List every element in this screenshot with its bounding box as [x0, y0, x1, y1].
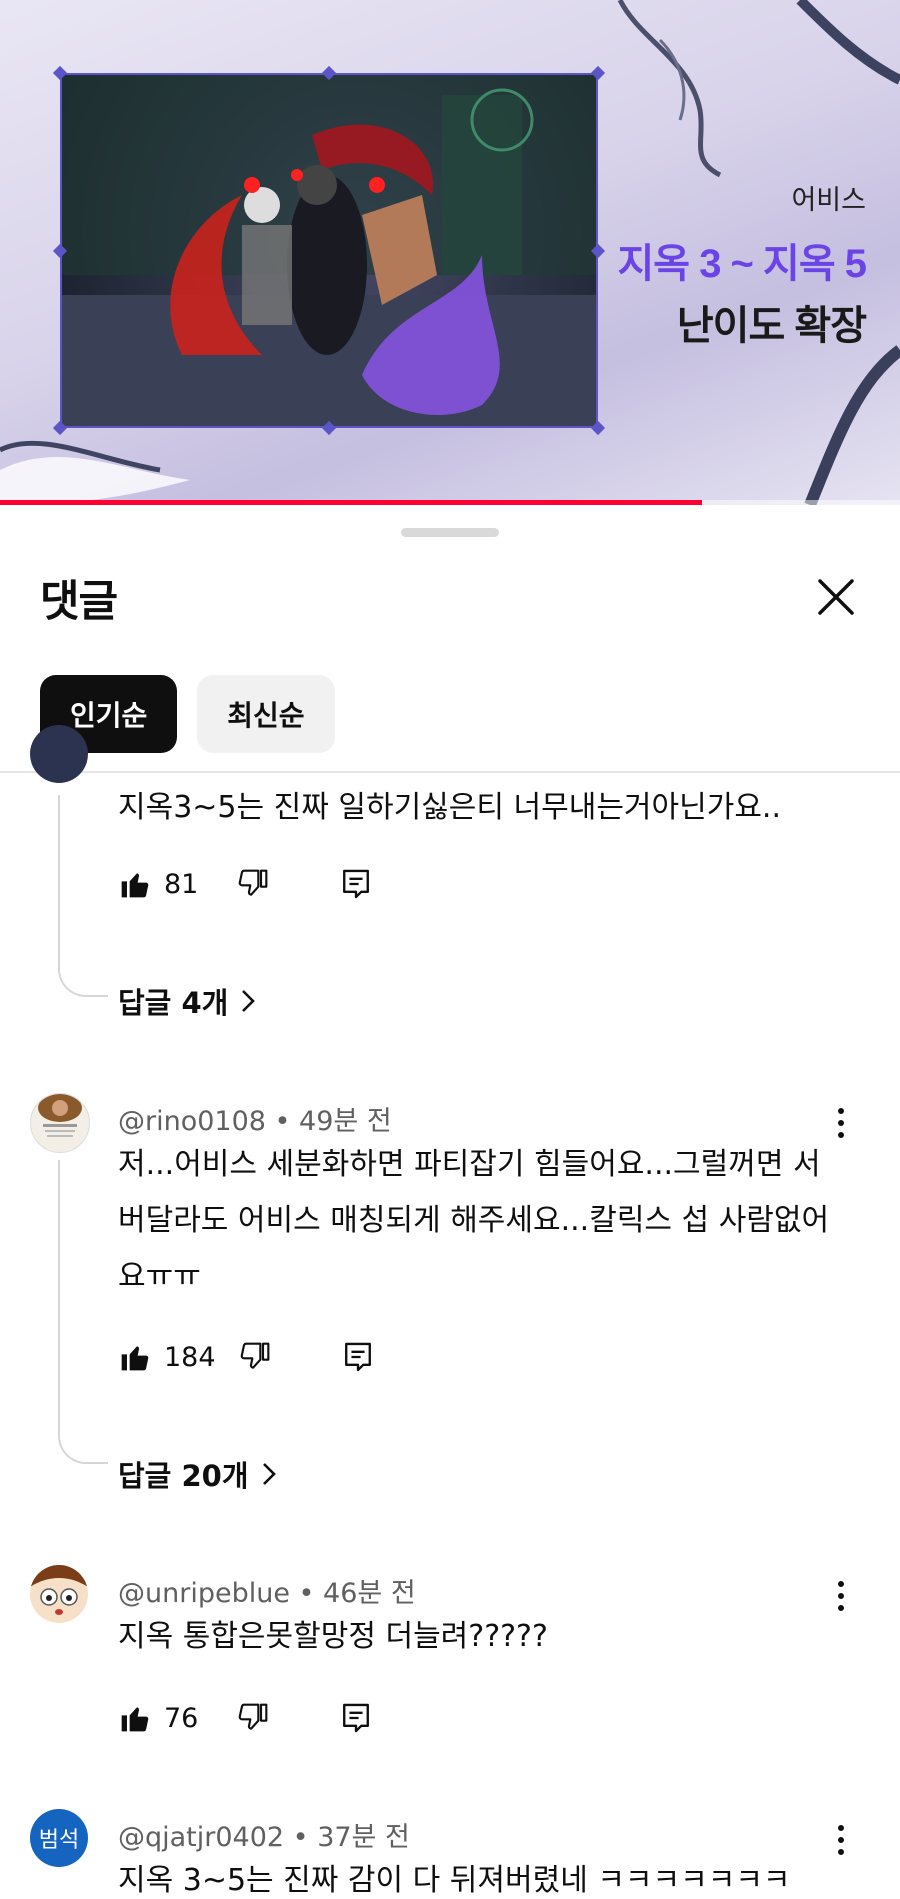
- thumbs-down-icon: [239, 869, 268, 896]
- video-title-line1: 지옥 3 ~ 지옥 5: [617, 242, 867, 286]
- comment-text: 지옥3~5는 진짜 일하기싫은티 너무내는거아닌가요..: [118, 790, 781, 825]
- comment-time: 37분 전: [317, 1822, 410, 1853]
- comments-sheet: 댓글 인기순 최신순 지옥3~5는 진짜 일하기싫은티 너무내는거아닌가요.. …: [0, 505, 900, 1899]
- sheet-drag-handle[interactable]: [401, 528, 499, 537]
- comment-meta: @rino0108 • 49분 전: [118, 1099, 392, 1138]
- avatar[interactable]: [30, 725, 88, 783]
- like-count: 76: [164, 1702, 199, 1734]
- meta-separator: •: [289, 1578, 324, 1609]
- like-count: 81: [164, 868, 199, 900]
- dislike-button[interactable]: [236, 1702, 270, 1734]
- avatar-image: [38, 1094, 82, 1137]
- reply-button[interactable]: [340, 867, 372, 901]
- meta-separator: •: [284, 1822, 318, 1853]
- comment-time: 49분 전: [299, 1106, 392, 1137]
- thumbs-down-icon: [240, 1342, 269, 1369]
- chevron-right-icon: [262, 1463, 276, 1485]
- comment-text: 지옥 통합은못할망정 더늘려?????: [118, 1619, 548, 1654]
- comment-text: 저...어비스 세분화하면 파티잡기 힘들어요...그럴꺼면 서버달라도 어비스…: [118, 1147, 830, 1294]
- comment-text: 지옥 3~5는 진짜 감이 다 뒤져버렸네 ㅋㅋㅋㅋㅋㅋㅋ: [118, 1863, 791, 1898]
- game-character-illustration: [62, 75, 596, 426]
- video-caption: 어비스 지옥 3 ~ 지옥 5 난이도 확장: [617, 178, 867, 351]
- sort-chip-newest[interactable]: 최신순: [197, 675, 335, 753]
- avatar-initials: 범석: [38, 1828, 80, 1853]
- meta-separator: •: [265, 1106, 300, 1137]
- reply-comment-icon: [343, 1703, 370, 1733]
- thumbs-up-icon: [121, 1346, 149, 1371]
- comment-author[interactable]: @unripeblue: [118, 1578, 290, 1609]
- thread-connector: [58, 795, 108, 997]
- reply-comment-icon: [344, 1342, 371, 1372]
- avatar[interactable]: [30, 1093, 90, 1153]
- thread-connector: [58, 1160, 108, 1464]
- like-button[interactable]: 184: [118, 1341, 216, 1373]
- replies-label: 답글 4개: [118, 986, 229, 1020]
- replies-label: 답글 20개: [118, 1459, 249, 1493]
- video-thumbnail-art: [60, 73, 598, 428]
- comment-author[interactable]: @qjatjr0402: [118, 1822, 284, 1853]
- close-icon: [818, 579, 854, 615]
- thumbs-up-icon: [121, 873, 149, 898]
- chevron-right-icon: [242, 990, 256, 1012]
- view-replies-button[interactable]: 답글 4개: [118, 980, 256, 1022]
- comment-meta: @qjatjr0402 • 37분 전: [118, 1815, 410, 1854]
- avatar[interactable]: [30, 1565, 88, 1623]
- comment-author[interactable]: @rino0108: [118, 1106, 266, 1137]
- sheet-title: 댓글: [40, 577, 118, 627]
- reply-button[interactable]: [342, 1340, 374, 1374]
- video-player[interactable]: 어비스 지옥 3 ~ 지옥 5 난이도 확장: [0, 0, 900, 505]
- sheet-divider: [0, 771, 900, 773]
- thumbs-up-icon: [121, 1707, 149, 1732]
- comment-time: 46분 전: [323, 1578, 416, 1609]
- thumbs-down-icon: [239, 1703, 268, 1730]
- dislike-button[interactable]: [238, 1341, 272, 1373]
- comment-meta: @unripeblue • 46분 전: [118, 1571, 416, 1610]
- comment-actions: 76: [118, 1701, 372, 1735]
- comment-actions: 184: [118, 1340, 374, 1374]
- view-replies-button[interactable]: 답글 20개: [118, 1453, 277, 1495]
- avatar[interactable]: 범석: [30, 1809, 88, 1867]
- dislike-button[interactable]: [236, 868, 270, 900]
- like-count: 184: [164, 1341, 216, 1373]
- like-button[interactable]: 81: [118, 868, 198, 900]
- reply-button[interactable]: [340, 1701, 372, 1735]
- reply-comment-icon: [343, 869, 370, 899]
- comment-actions: 81: [118, 867, 372, 901]
- video-category: 어비스: [791, 185, 866, 215]
- close-button[interactable]: [812, 573, 860, 621]
- video-title-line2: 난이도 확장: [676, 304, 867, 348]
- avatar-image: [30, 1565, 88, 1615]
- like-button[interactable]: 76: [118, 1702, 198, 1734]
